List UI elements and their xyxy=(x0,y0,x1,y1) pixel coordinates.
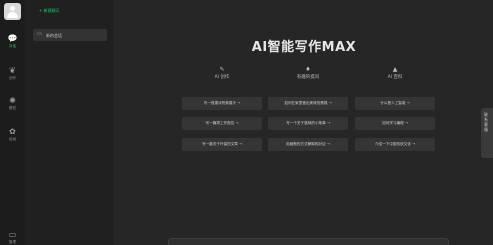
rail-item-create[interactable]: ❦ 创作 xyxy=(0,66,25,81)
chat-bubble-icon: 💬 xyxy=(7,34,18,43)
rail-item-label: 绘画 xyxy=(8,137,17,141)
prompt-card[interactable]: 写一篇周工作报告 → xyxy=(182,117,262,130)
chat-sidebar: + 新建聊天 ▭ 新的会话 xyxy=(25,0,115,245)
rail-item-admin[interactable]: ▭ 管理 xyxy=(0,230,25,245)
nav-rail: 💬 对话 ❦ 创作 ✺ 模型 ✿ 绘画 ▭ 管理 xyxy=(0,0,25,245)
column-title: 有趣的提问 xyxy=(296,75,320,80)
column-title: AI 创作 xyxy=(214,75,230,80)
prompt-card[interactable]: 写一篇关于环保的文章 → xyxy=(182,138,262,151)
customer-service-tab[interactable]: 联系客服 xyxy=(481,108,493,158)
prompt-card[interactable]: 写一个关于猫咪的小故事 → xyxy=(268,117,348,130)
column-header-encyclopedia: ▲ AI 百科 xyxy=(355,66,435,81)
customer-service-label: 联系客服 xyxy=(484,112,488,132)
prompt-card[interactable]: 写一首唐诗赞美春天 → xyxy=(182,97,262,110)
rail-item-label: 管理 xyxy=(8,240,17,244)
palette-icon: ✿ xyxy=(9,127,16,136)
column-title: AI 百科 xyxy=(387,75,403,80)
column-header-creation: ✎ AI 创作 xyxy=(182,66,262,81)
feather-icon: ✎ xyxy=(219,66,225,73)
chat-icon: ▭ xyxy=(37,31,42,37)
page-title: AI智能写作MAX xyxy=(251,40,357,55)
rail-item-label: 创作 xyxy=(8,76,17,80)
message-input[interactable] xyxy=(168,238,449,245)
graduation-cap-icon: ▲ xyxy=(392,66,398,73)
column-header-questions: ♦ 有趣的提问 xyxy=(268,66,348,81)
chat-title: 新的会话 xyxy=(46,32,62,38)
leaf-icon: ❦ xyxy=(9,66,16,75)
chat-list-item[interactable]: ▭ 新的会话 xyxy=(33,29,107,41)
admin-icon: ▭ xyxy=(8,230,17,239)
prompt-card[interactable]: 如何在家里做出美味的蛋糕 → xyxy=(268,97,348,110)
rail-item-model[interactable]: ✺ 模型 xyxy=(0,96,25,111)
prompt-card[interactable]: 什么是人工智能 → xyxy=(355,97,435,110)
rail-item-label: 对话 xyxy=(8,44,17,48)
rail-item-label: 模型 xyxy=(8,106,17,110)
rail-item-draw[interactable]: ✿ 绘画 xyxy=(0,127,25,142)
avatar[interactable] xyxy=(4,3,21,20)
new-chat-button[interactable]: + 新建聊天 xyxy=(39,8,60,14)
prompt-card[interactable]: 用幽默的方式解释相对论 → xyxy=(268,138,348,151)
lightbulb-icon: ♦ xyxy=(305,66,311,73)
prompt-card[interactable]: 如何学习编程 → xyxy=(355,117,435,130)
rail-item-chat[interactable]: 💬 对话 xyxy=(0,34,25,49)
brain-icon: ✺ xyxy=(9,96,16,105)
prompt-card[interactable]: 介绍一下中国传统文化 → xyxy=(355,138,435,151)
